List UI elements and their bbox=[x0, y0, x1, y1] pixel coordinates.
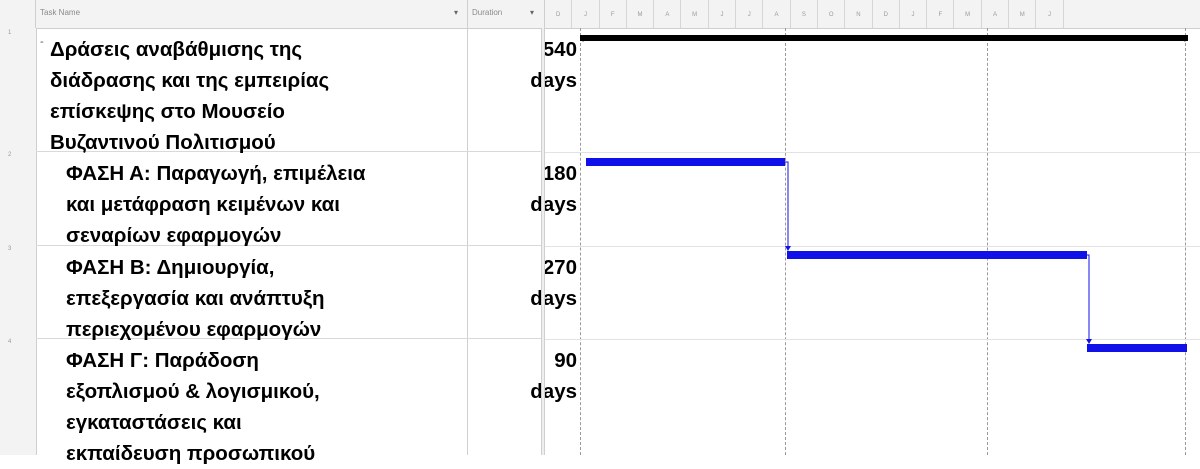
timescale-unit: M bbox=[682, 0, 709, 28]
column-header: Task Name ▾ Duration ▾ D J F M A M J J A… bbox=[0, 0, 1200, 29]
task-name-line: εκπαίδευση προσωπικού bbox=[66, 442, 316, 465]
task-name-line: επεξεργασία και ανάπτυξη bbox=[66, 287, 325, 310]
gantt-bars bbox=[580, 35, 1188, 352]
task-bar-phase-a[interactable] bbox=[586, 158, 785, 166]
timescale-unit: D bbox=[545, 0, 573, 28]
task-name-cell[interactable]: ΦΑΣΗ Α: Παραγωγή, επιμέλεια και μετάφρασ… bbox=[36, 152, 468, 247]
collapse-icon[interactable]: - bbox=[40, 36, 44, 48]
row-number[interactable]: 3 bbox=[8, 246, 11, 252]
task-name-cell[interactable]: - Δράσεις αναβάθμισης της διάδρασης και … bbox=[36, 28, 468, 154]
timescale-unit: F bbox=[600, 0, 627, 28]
task-name-line: επίσκεψης στο Μουσείο bbox=[50, 100, 285, 123]
timescale-unit: D bbox=[873, 0, 900, 28]
timescale-unit: J bbox=[572, 0, 600, 28]
task-name-line: εξοπλισμού & λογισμικού, bbox=[66, 380, 320, 403]
duration-header[interactable]: Duration ▾ bbox=[468, 0, 545, 28]
task-name-cell[interactable]: ΦΑΣΗ Γ: Παράδοση εξοπλισμού & λογισμικού… bbox=[36, 339, 468, 465]
task-bar-phase-b[interactable] bbox=[787, 251, 1087, 259]
task-name-cell[interactable]: ΦΑΣΗ Β: Δημιουργία, επεξεργασία και ανάπ… bbox=[36, 246, 468, 341]
task-bar-phase-c[interactable] bbox=[1087, 344, 1187, 352]
dependency-link bbox=[785, 161, 789, 247]
timescale-unit: A bbox=[763, 0, 791, 28]
timescale-unit: S bbox=[791, 0, 818, 28]
row-number-header[interactable] bbox=[0, 0, 36, 28]
timescale-unit: M bbox=[627, 0, 655, 28]
task-name-header-label: Task Name bbox=[40, 8, 81, 17]
task-name: ΦΑΣΗ Α: Παραγωγή, επιμέλεια και μετάφρασ… bbox=[66, 158, 366, 251]
task-row[interactable]: ΦΑΣΗ Γ: Παράδοση εξοπλισμού & λογισμικού… bbox=[36, 339, 577, 465]
task-name: ΦΑΣΗ Β: Δημιουργία, επεξεργασία και ανάπ… bbox=[66, 252, 325, 345]
dependency-arrow bbox=[785, 246, 791, 251]
task-name-line: και μετάφραση κειμένων και bbox=[66, 193, 340, 216]
timescale-unit: M bbox=[1009, 0, 1037, 28]
timescale-unit: J bbox=[1036, 0, 1064, 28]
chevron-down-icon[interactable]: ▾ bbox=[530, 8, 534, 17]
task-row[interactable]: - Δράσεις αναβάθμισης της διάδρασης και … bbox=[36, 28, 577, 154]
timescale-unit: F bbox=[927, 0, 955, 28]
timescale-unit: J bbox=[709, 0, 737, 28]
task-name-line: εγκαταστάσεις και bbox=[66, 411, 242, 434]
task-name: Δράσεις αναβάθμισης της διάδρασης και τη… bbox=[50, 34, 329, 158]
duration-header-label: Duration bbox=[472, 8, 503, 17]
timescale: D J F M A M J J A S O N D J F M A M J bbox=[545, 0, 1200, 28]
task-name-line: ΦΑΣΗ Γ: Παράδοση bbox=[66, 349, 259, 372]
row-number[interactable]: 1 bbox=[8, 30, 11, 36]
task-name-line: διάδρασης και της εμπειρίας bbox=[50, 69, 330, 92]
summary-bar[interactable] bbox=[580, 35, 1188, 41]
task-name-line: ΦΑΣΗ Α: Παραγωγή, επιμέλεια bbox=[66, 162, 366, 185]
row-number[interactable]: 2 bbox=[8, 152, 11, 158]
task-name-line: ΦΑΣΗ Β: Δημιουργία, bbox=[66, 256, 275, 279]
task-row[interactable]: ΦΑΣΗ Β: Δημιουργία, επεξεργασία και ανάπ… bbox=[36, 246, 577, 341]
chevron-down-icon[interactable]: ▾ bbox=[454, 8, 458, 17]
timescale-unit: J bbox=[900, 0, 928, 28]
timescale-unit: N bbox=[845, 0, 873, 28]
timescale-unit: J bbox=[736, 0, 764, 28]
gantt-chart bbox=[545, 28, 1200, 455]
timescale-unit: M bbox=[955, 0, 982, 28]
row-number[interactable]: 4 bbox=[8, 339, 11, 345]
row-number-column: 1 2 3 4 bbox=[0, 28, 37, 455]
timescale-unit: O bbox=[818, 0, 846, 28]
task-name: ΦΑΣΗ Γ: Παράδοση εξοπλισμού & λογισμικού… bbox=[66, 345, 320, 469]
task-row[interactable]: ΦΑΣΗ Α: Παραγωγή, επιμέλεια και μετάφρασ… bbox=[36, 152, 577, 247]
timescale-unit: A bbox=[654, 0, 682, 28]
dependency-arrow bbox=[1086, 339, 1092, 344]
task-name-line: Δράσεις αναβάθμισης της bbox=[50, 38, 303, 61]
timescale-unit: A bbox=[982, 0, 1010, 28]
dependency-link bbox=[1087, 254, 1090, 340]
task-name-header[interactable]: Task Name ▾ bbox=[36, 0, 468, 28]
